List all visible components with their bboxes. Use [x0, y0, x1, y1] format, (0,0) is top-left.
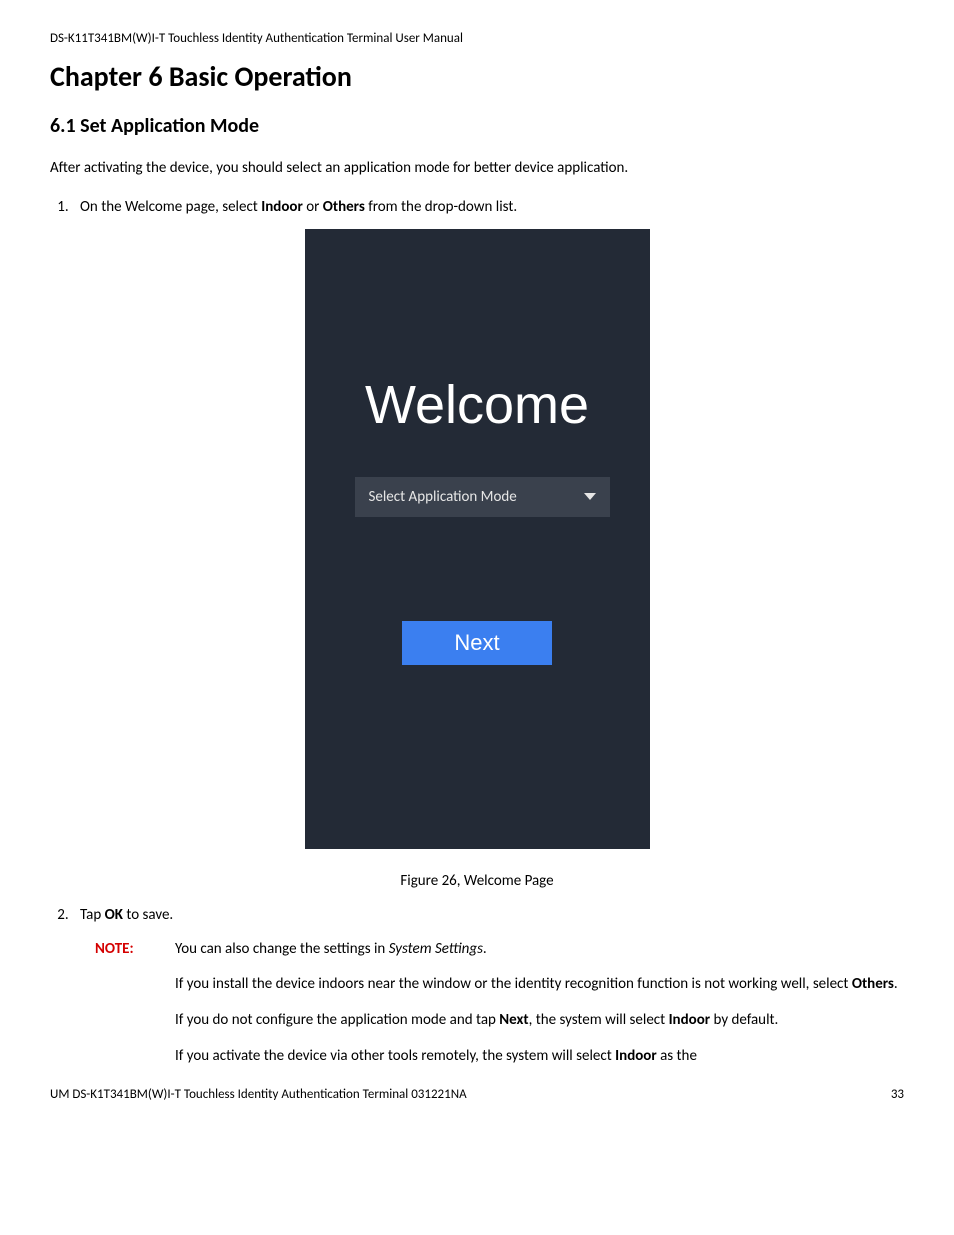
- step2-text-c: to save.: [123, 906, 173, 924]
- note4-indoor: Indoor: [615, 1047, 657, 1065]
- section-title: 6.1 Set Application Mode: [50, 113, 904, 140]
- note2-others: Others: [852, 975, 894, 993]
- note3-a: If you do not configure the application …: [175, 1011, 499, 1029]
- device-figure: Welcome Select Application Mode Next: [50, 229, 904, 849]
- chevron-down-icon: [584, 493, 596, 500]
- note3-indoor: Indoor: [669, 1011, 711, 1029]
- footer-left: UM DS-K1T341BM(W)I-T Touchless Identity …: [50, 1086, 467, 1104]
- note3-c: , the system will select: [529, 1011, 669, 1029]
- step1-text-e: from the drop-down list.: [365, 198, 517, 216]
- application-mode-dropdown[interactable]: Select Application Mode: [355, 477, 610, 517]
- steps-list-2: Tap OK to save.: [50, 905, 904, 925]
- note1-system-settings: System Settings: [389, 940, 483, 958]
- note-2: If you install the device indoors near t…: [175, 974, 904, 994]
- note-3: If you do not configure the application …: [175, 1010, 904, 1030]
- note-1: You can also change the settings in Syst…: [175, 939, 904, 959]
- note-block: NOTE: You can also change the settings i…: [95, 939, 904, 959]
- note1-c: .: [483, 940, 487, 958]
- step1-indoor: Indoor: [261, 198, 303, 216]
- note2-c: .: [894, 975, 898, 993]
- step-1: On the Welcome page, select Indoor or Ot…: [72, 197, 904, 217]
- note1-a: You can also change the settings in: [175, 940, 389, 958]
- step-2: Tap OK to save.: [72, 905, 904, 925]
- note4-a: If you activate the device via other too…: [175, 1047, 615, 1065]
- intro-paragraph: After activating the device, you should …: [50, 158, 904, 178]
- chapter-title: Chapter 6 Basic Operation: [50, 58, 904, 96]
- note4-c: as the: [657, 1047, 697, 1065]
- document-header: DS-K11T341BM(W)I-T Touchless Identity Au…: [50, 30, 904, 48]
- note-4: If you activate the device via other too…: [175, 1046, 904, 1066]
- step1-text-c: or: [303, 198, 323, 216]
- note2-a: If you install the device indoors near t…: [175, 975, 852, 993]
- note-label: NOTE:: [95, 939, 175, 959]
- page-footer: UM DS-K1T341BM(W)I-T Touchless Identity …: [50, 1086, 904, 1104]
- note3-e: by default.: [710, 1011, 778, 1029]
- dropdown-label: Select Application Mode: [369, 487, 517, 507]
- note3-next: Next: [499, 1011, 528, 1029]
- welcome-heading: Welcome: [305, 369, 650, 442]
- next-button[interactable]: Next: [402, 621, 552, 665]
- footer-page-number: 33: [891, 1086, 904, 1104]
- steps-list: On the Welcome page, select Indoor or Ot…: [50, 197, 904, 217]
- step1-others: Others: [323, 198, 365, 216]
- figure-caption: Figure 26, Welcome Page: [50, 871, 904, 891]
- step2-text-a: Tap: [80, 906, 105, 924]
- step1-text-a: On the Welcome page, select: [80, 198, 261, 216]
- device-screen: Welcome Select Application Mode Next: [305, 229, 650, 849]
- step2-ok: OK: [105, 906, 123, 924]
